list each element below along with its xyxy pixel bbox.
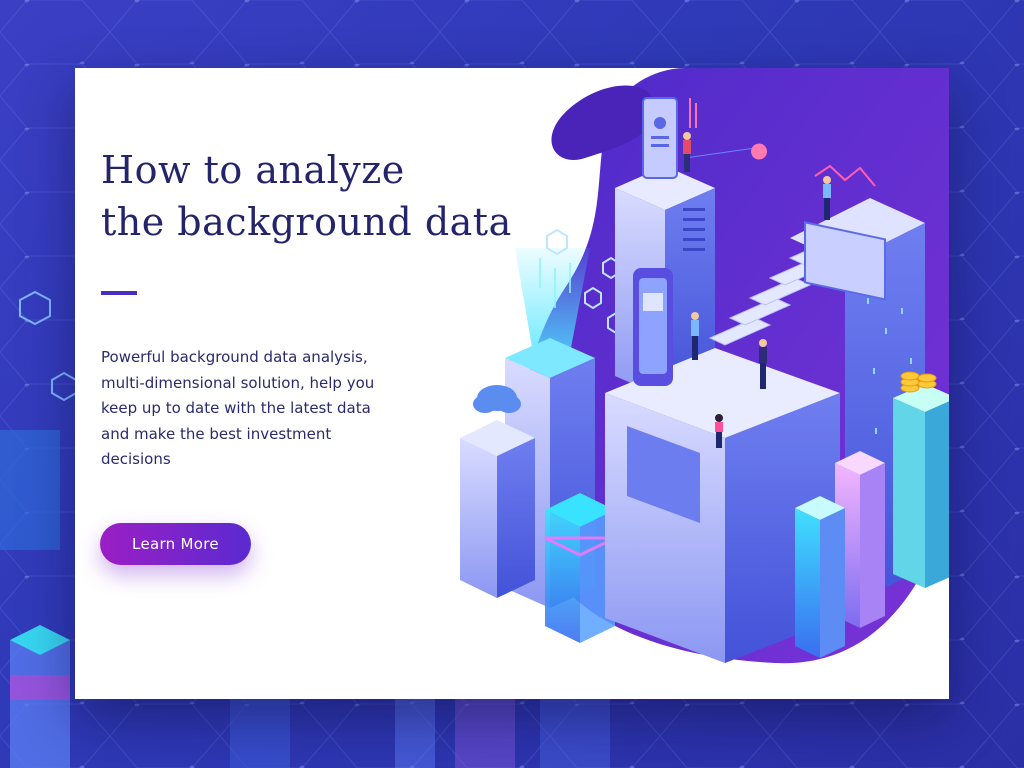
title-line-2: the background data bbox=[101, 200, 512, 244]
title-line-1: How to analyze bbox=[101, 148, 405, 192]
hero-description: Powerful background data analysis, multi… bbox=[101, 348, 375, 468]
learn-more-button[interactable]: Learn More bbox=[100, 523, 251, 565]
title-accent-line bbox=[101, 291, 137, 295]
profile-card-icon bbox=[642, 97, 678, 179]
hero-card: How to analyze the background data Power… bbox=[75, 68, 949, 699]
background-bottom-decoration bbox=[230, 690, 610, 768]
page-title: How to analyze the background data bbox=[101, 144, 541, 248]
phone-icon bbox=[633, 268, 673, 386]
